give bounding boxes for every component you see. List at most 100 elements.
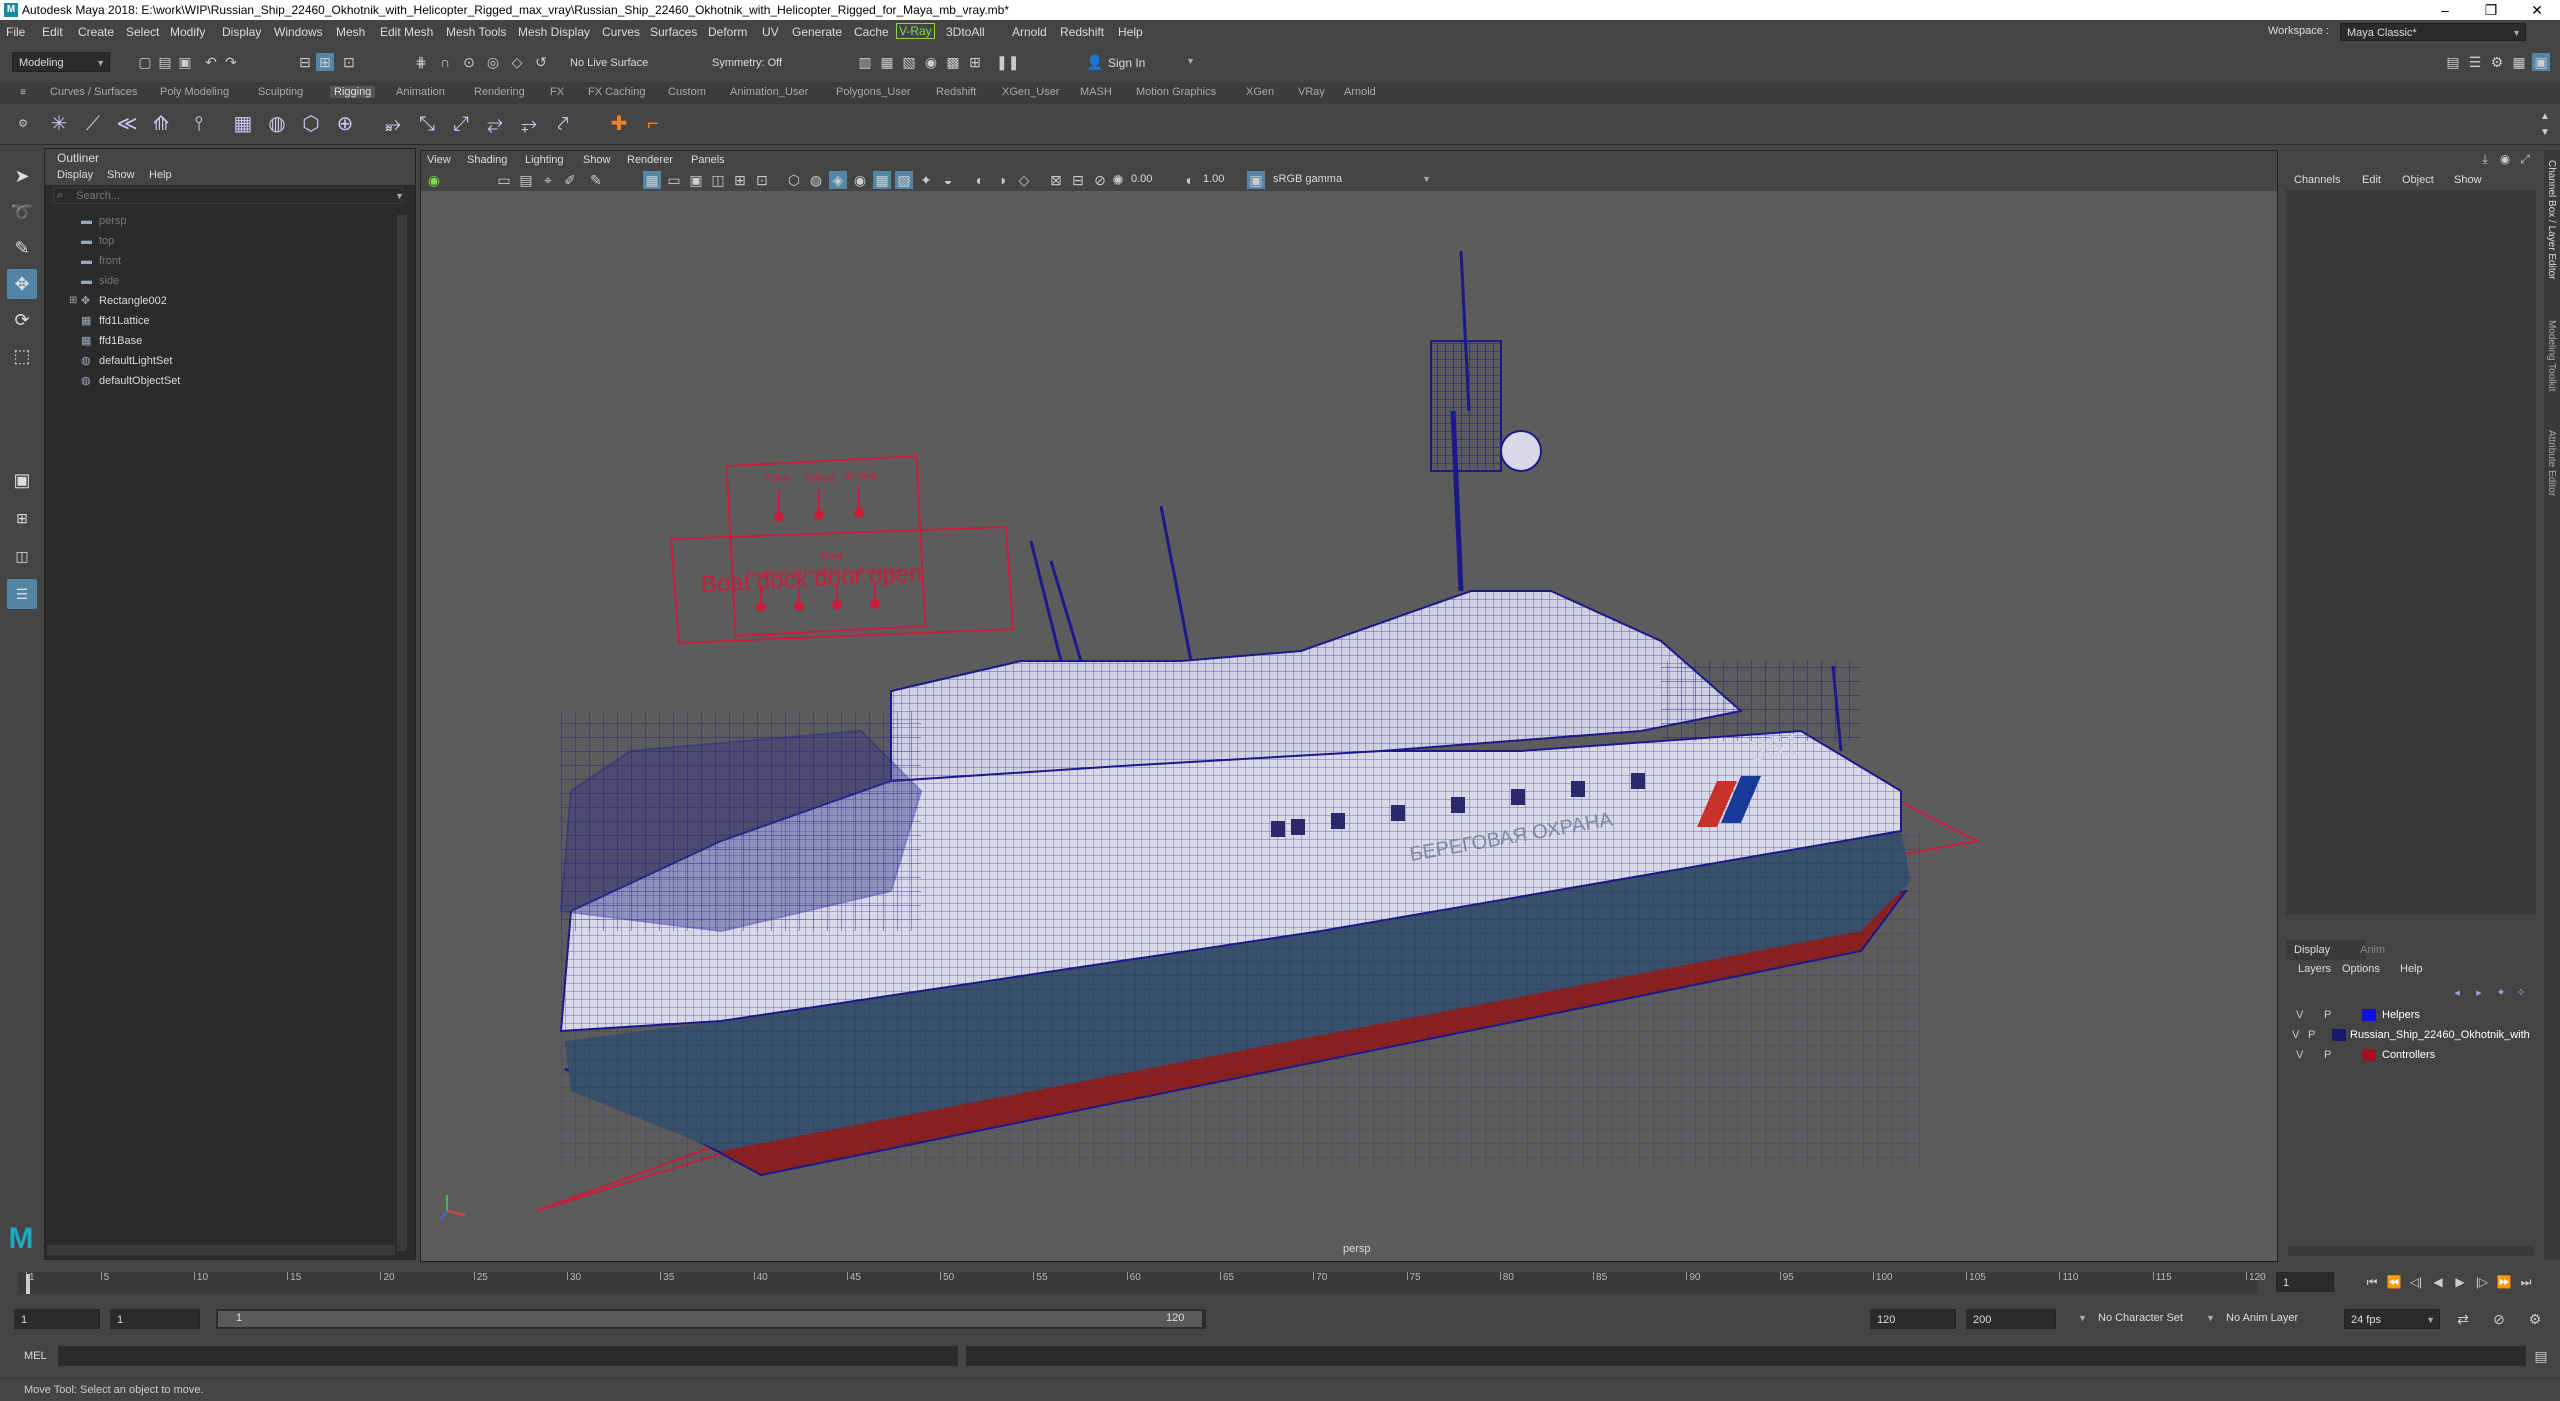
shelf-tab-vray[interactable]: VRay <box>1298 86 1325 98</box>
lasso-tool-icon[interactable]: ➰ <box>7 197 37 227</box>
toggle-channel-box-icon[interactable]: ▦ <box>2510 53 2528 71</box>
layers-menu-help[interactable]: Help <box>2400 963 2423 975</box>
depth-of-field-icon[interactable]: ⊘ <box>1091 171 1109 189</box>
step-back-frame-icon[interactable]: ◁| <box>2406 1272 2426 1292</box>
menu-curves[interactable]: Curves <box>602 25 640 39</box>
live-surface-label[interactable]: No Live Surface <box>570 57 648 69</box>
bookmark-icon[interactable]: ⌖ <box>539 171 557 189</box>
ipr-render-icon[interactable]: ▦ <box>878 53 896 71</box>
hypershade-icon[interactable]: ◉ <box>922 53 940 71</box>
menu-windows[interactable]: Windows <box>274 25 323 39</box>
play-backwards-icon[interactable]: ◀ <box>2428 1272 2448 1292</box>
exposure-field[interactable]: 0.00 <box>1125 170 1175 188</box>
menu-cache[interactable]: Cache <box>854 25 889 39</box>
layer-move-up-icon[interactable]: ◂ <box>2448 984 2466 1002</box>
xray-icon[interactable]: ◑ <box>993 171 1011 189</box>
rotate-tool-icon[interactable]: ⟳ <box>7 305 37 335</box>
current-frame-field[interactable]: 1 <box>2276 1272 2334 1292</box>
snap-live-icon[interactable]: ↺ <box>532 53 550 71</box>
isolate-select-icon[interactable]: ◐ <box>971 171 989 189</box>
close-button[interactable]: ✕ <box>2514 0 2560 20</box>
current-time-indicator[interactable] <box>26 1274 30 1294</box>
smooth-shade-icon[interactable]: ◍ <box>807 171 825 189</box>
channel-box-pin-icon[interactable]: ⤓ <box>2476 150 2494 168</box>
frame-selected-icon[interactable]: ⊟ <box>1069 171 1087 189</box>
parent-constraint-icon[interactable]: ⥂ <box>482 111 508 137</box>
shelf-tab-fx-caching[interactable]: FX Caching <box>588 86 645 98</box>
cluster-icon[interactable]: ◍ <box>264 111 290 137</box>
use-all-lights-icon[interactable]: ▦ <box>873 171 891 189</box>
locator-icon[interactable]: ✚ <box>606 111 632 137</box>
outliner-item-defaultobjectset[interactable]: ◍ defaultObjectSet <box>81 371 180 391</box>
side-tab-channel-box[interactable]: Channel Box / Layer Editor <box>2546 160 2557 280</box>
layer-move-down-icon[interactable]: ▸ <box>2470 984 2488 1002</box>
layer-row-helpers[interactable]: V P Helpers <box>2286 1006 2536 1024</box>
pause-icon[interactable]: ❚❚ <box>996 53 1019 71</box>
field-chart-icon[interactable]: ⊞ <box>731 171 749 189</box>
shelf-tab-curves-surfaces[interactable]: Curves / Surfaces <box>50 86 137 98</box>
new-scene-icon[interactable]: ▢ <box>136 53 154 71</box>
shelf-tab-fx[interactable]: FX <box>550 86 564 98</box>
tab-display[interactable]: Display <box>2286 940 2366 960</box>
point-constraint-icon[interactable]: ⤡ <box>414 111 440 137</box>
script-language-label[interactable]: MEL <box>24 1350 47 1362</box>
anim-layer-dropdown-arrow[interactable]: ▼ <box>2206 1313 2215 1323</box>
playback-start-field[interactable]: 1 <box>110 1309 200 1329</box>
menuset-dropdown[interactable]: Modeling ▼ <box>12 52 110 72</box>
wrap-icon[interactable]: ⬡ <box>298 111 324 137</box>
symmetry-label[interactable]: Symmetry: Off <box>712 57 782 69</box>
range-slider-handle[interactable]: 1 120 <box>218 1311 1202 1327</box>
layer-editor-scrollbar[interactable] <box>2288 1246 2534 1256</box>
ik-spline-icon[interactable]: ≪ <box>114 111 140 137</box>
select-hierarchy-icon[interactable]: ⊟ <box>296 53 314 71</box>
character-set-dropdown-arrow[interactable]: ▼ <box>2078 1313 2087 1323</box>
animation-preferences-icon[interactable]: ⚙ <box>2526 1310 2544 1328</box>
menu-vray[interactable]: V-Ray <box>896 23 935 39</box>
viewport-menu-show[interactable]: Show <box>583 154 611 166</box>
outliner-item-persp[interactable]: ▬ persp <box>81 211 127 231</box>
layer-playback-toggle[interactable]: P <box>2324 1046 2331 1064</box>
layer-color-swatch[interactable] <box>2362 1049 2376 1061</box>
layer-playback-toggle[interactable]: P <box>2308 1026 2315 1044</box>
save-scene-icon[interactable]: ▣ <box>176 53 194 71</box>
fps-dropdown[interactable]: 24 fps ▼ <box>2344 1309 2440 1329</box>
layer-name[interactable]: Russian_Ship_22460_Okhotnik_with <box>2350 1026 2530 1044</box>
shelf-tab-animation-user[interactable]: Animation_User <box>730 86 808 98</box>
play-forwards-icon[interactable]: ▶ <box>2450 1272 2470 1292</box>
sign-in-button[interactable]: Sign In <box>1108 56 1145 70</box>
menu-create[interactable]: Create <box>78 25 114 39</box>
go-to-end-icon[interactable]: ⏭ <box>2516 1272 2536 1292</box>
select-component-icon[interactable]: ⊡ <box>340 53 358 71</box>
blendshape-icon[interactable]: ⥵ <box>380 111 406 137</box>
shelf-tab-animation[interactable]: Animation <box>396 86 445 98</box>
safe-action-icon[interactable]: ⊡ <box>753 171 771 189</box>
menu-arnold[interactable]: Arnold <box>1012 25 1047 39</box>
single-perspective-layout-icon[interactable]: ▣ <box>7 465 37 495</box>
camera-attributes-icon[interactable]: ◉ <box>425 171 443 189</box>
2d-pan-zoom-icon[interactable]: ✐ <box>561 171 579 189</box>
layer-visibility-toggle[interactable]: V <box>2292 1026 2299 1044</box>
move-tool-icon[interactable]: ✥ <box>7 269 37 299</box>
layer-name[interactable]: Helpers <box>2382 1006 2420 1024</box>
grid-toggle-icon[interactable]: ▦ <box>643 171 661 189</box>
toggle-layer-editor-icon[interactable]: ▣ <box>2532 53 2550 71</box>
viewport-menu-shading[interactable]: Shading <box>467 154 507 166</box>
menu-select[interactable]: Select <box>126 25 159 39</box>
layer-name[interactable]: Controllers <box>2382 1046 2435 1064</box>
freeze-transform-icon[interactable]: ⌐ <box>640 111 666 137</box>
outliner-item-ffd1base[interactable]: ▦ ffd1Base <box>81 331 142 351</box>
step-forward-frame-icon[interactable]: |▷ <box>2472 1272 2492 1292</box>
menu-deform[interactable]: Deform <box>708 25 747 39</box>
menu-edit[interactable]: Edit <box>42 25 63 39</box>
menu-mesh-tools[interactable]: Mesh Tools <box>446 25 506 39</box>
shelf-tab-sculpting[interactable]: Sculpting <box>258 86 303 98</box>
command-input[interactable] <box>58 1346 958 1366</box>
viewport-menu-view[interactable]: View <box>427 154 451 166</box>
side-tab-attribute-editor[interactable]: Attribute Editor <box>2546 430 2557 496</box>
menu-file[interactable]: File <box>6 25 25 39</box>
viewport-menu-panels[interactable]: Panels <box>691 154 725 166</box>
time-slider[interactable]: 1 5 10 15 20 25 30 35 40 45 50 55 60 65 70 75 80 85 90 95 10… <box>0 1262 2560 1300</box>
start-time-field[interactable]: 1 <box>14 1309 100 1329</box>
layer-playback-toggle[interactable]: P <box>2324 1006 2331 1024</box>
new-layer-icon[interactable]: ✧ <box>2512 984 2530 1002</box>
